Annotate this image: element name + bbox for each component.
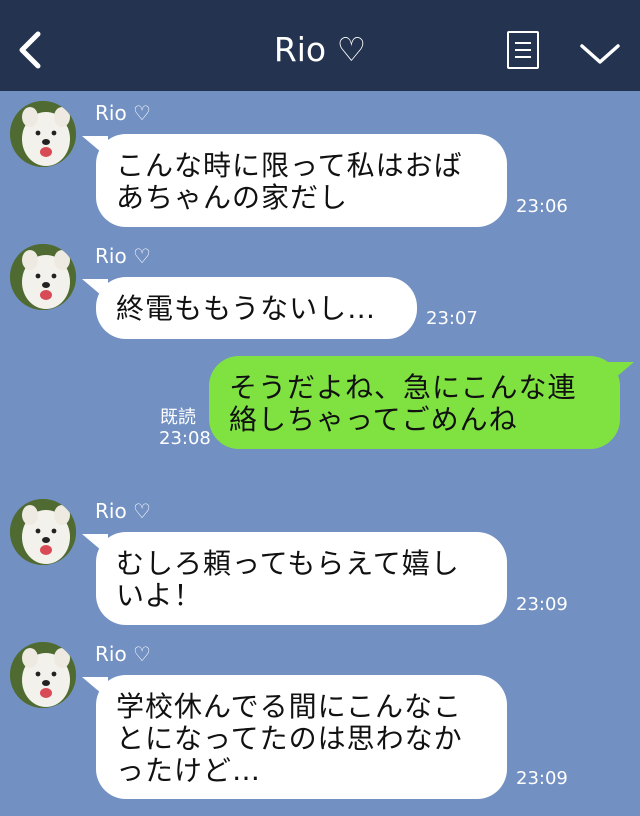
avatar[interactable] (10, 642, 76, 708)
sender-name: Rio ♡ (95, 499, 151, 523)
sender-name: Rio ♡ (95, 101, 151, 125)
menu-lines-icon (515, 42, 531, 44)
message-bubble[interactable]: こんな時に限って私はおば あちゃんの家だし (82, 134, 507, 227)
dog-avatar-icon (10, 642, 76, 708)
message-bubble[interactable]: 終電ももうないし… (82, 277, 417, 339)
chat-title: Rio ♡ (273, 30, 367, 69)
chat-header: Rio ♡ (0, 0, 640, 91)
collapse-button[interactable] (578, 40, 622, 68)
message-time: 23:09 (516, 768, 568, 789)
message-time: 23:09 (516, 594, 568, 615)
dog-avatar-icon (10, 101, 76, 167)
chevron-down-icon (580, 44, 620, 64)
message-time: 23:06 (516, 196, 568, 217)
avatar[interactable] (10, 244, 76, 310)
message-bubble[interactable]: 学校休んでる間にこんなこ とになってたのは思わなか ったけど… (82, 675, 507, 799)
message-time: 23:07 (426, 308, 478, 329)
avatar[interactable] (10, 499, 76, 565)
message-bubble-outgoing[interactable]: そうだよね、急にこんな連 絡しちゃってごめんね (209, 356, 634, 449)
menu-button[interactable] (507, 31, 539, 69)
sender-name: Rio ♡ (95, 642, 151, 666)
sender-name: Rio ♡ (95, 244, 151, 268)
dog-avatar-icon (10, 499, 76, 565)
read-receipt: 既読 (160, 407, 196, 428)
avatar[interactable] (10, 101, 76, 167)
dog-avatar-icon (10, 244, 76, 310)
message-bubble[interactable]: むしろ頼ってもらえて嬉し いよ！ (82, 532, 507, 625)
message-time: 23:08 (159, 428, 211, 449)
